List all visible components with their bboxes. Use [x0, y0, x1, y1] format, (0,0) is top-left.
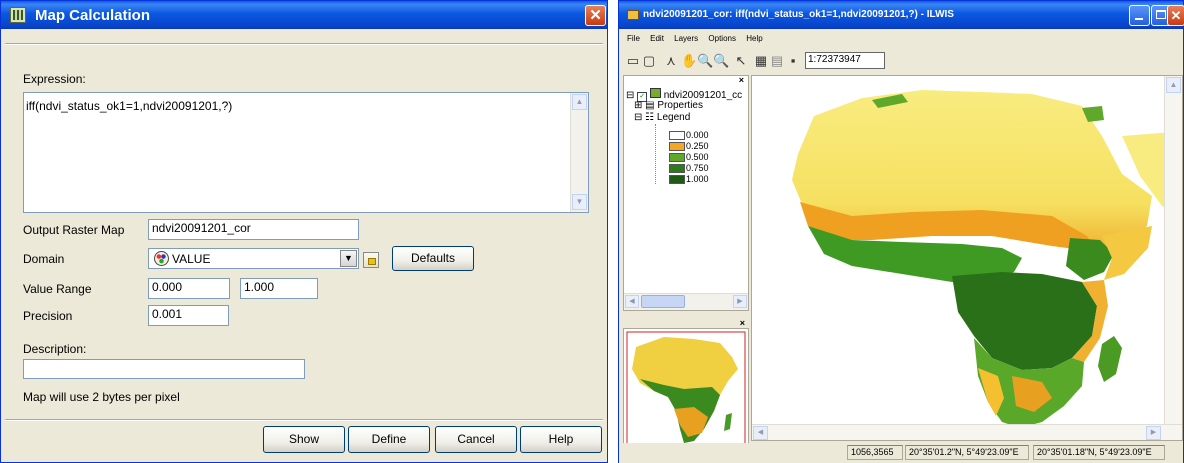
precision-input[interactable]: 0.001	[148, 305, 229, 326]
scroll-right-icon[interactable]: ▶	[733, 295, 747, 308]
define-button[interactable]: Define	[348, 426, 430, 453]
close-icon[interactable]: ✕	[585, 5, 606, 26]
raster-map-icon	[649, 88, 661, 98]
entire-map-icon[interactable]: ▭	[625, 53, 641, 69]
map-hscroll[interactable]: ◀ ▶	[752, 424, 1182, 440]
cancel-button[interactable]: Cancel	[435, 426, 517, 453]
map-vscroll[interactable]: ▲	[1164, 76, 1182, 424]
expand-properties-icon[interactable]: ⊞	[634, 100, 642, 111]
defaults-button[interactable]: Defaults	[392, 246, 474, 271]
normal-view-icon[interactable]: ▢	[641, 53, 657, 69]
legend-label: 0.250	[686, 141, 709, 151]
legend-swatch	[669, 175, 685, 184]
value-range-label: Value Range	[23, 282, 92, 296]
status-pixel: 1056,3565	[847, 445, 903, 460]
domain-value: VALUE	[172, 252, 211, 266]
buttons-separator	[5, 419, 603, 421]
show-button[interactable]: Show	[263, 426, 345, 453]
legend-swatch	[669, 142, 685, 151]
legend-label: 0.500	[686, 152, 709, 162]
properties-icon: ▤	[645, 100, 655, 111]
map-scroll-left-icon[interactable]: ◀	[753, 426, 768, 440]
description-label: Description:	[23, 342, 87, 356]
africa-ndvi-map	[792, 90, 1182, 428]
tree-legend-label: Legend	[656, 112, 691, 123]
scroll-up-icon[interactable]: ▲	[572, 94, 587, 110]
ilwis-title-bar[interactable]: ndvi20091201_cor: iff(ndvi_status_ok1=1,…	[619, 1, 1184, 29]
value-range-max-input[interactable]: 1.000	[240, 278, 318, 299]
ilwis-map-window: ndvi20091201_cor: iff(ndvi_status_ok1=1,…	[618, 0, 1184, 463]
legend-label: 1.000	[686, 174, 709, 184]
ilwis-close-icon[interactable]: ✕	[1167, 5, 1184, 26]
copy-icon[interactable]: ▤	[769, 53, 785, 69]
map-scroll-up-icon[interactable]: ▲	[1166, 77, 1181, 93]
menu-bar: File Edit Layers Options Help	[627, 34, 771, 43]
status-bar: 1056,3565 20°35'01.2"N, 5°49'23.09"E 20°…	[619, 443, 1183, 463]
map-view[interactable]: ▲ ◀ ▶	[751, 75, 1183, 441]
chevron-down-icon[interactable]: ▼	[340, 250, 357, 267]
legend-icon: ☷	[645, 112, 655, 123]
map-calculation-dialog: Map Calculation ✕ Expression: iff(ndvi_s…	[0, 0, 608, 463]
menu-layers[interactable]: Layers	[674, 34, 698, 43]
toolbar: ▭ ▢ ⋏ ✋ 🔍 🔍 ↖ ▦ ▤ ▪ 1:72373947	[623, 51, 1183, 73]
pan-hand-icon[interactable]: ✋	[681, 53, 697, 69]
status-coord-2: 20°35'01.18"N, 5°49'23.09"E	[1033, 445, 1165, 460]
expression-textarea[interactable]: iff(ndvi_status_ok1=1,ndvi20091201,?) ▲ …	[23, 92, 589, 213]
minimize-icon[interactable]	[1129, 5, 1150, 26]
description-input[interactable]	[23, 359, 305, 379]
ilwis-title: ndvi20091201_cor: iff(ndvi_status_ok1=1,…	[643, 9, 954, 20]
zoom-in-icon[interactable]: 🔍	[697, 53, 713, 69]
menu-file[interactable]: File	[627, 34, 640, 43]
overview-panel: ×	[623, 316, 749, 456]
save-icon[interactable]: ▪	[785, 53, 801, 69]
legend-swatch	[669, 131, 685, 140]
domain-palette-icon	[154, 251, 169, 266]
panel-close-icon[interactable]: ×	[739, 75, 744, 85]
map-scroll-right-icon[interactable]: ▶	[1146, 426, 1161, 440]
pointer-icon[interactable]: ⋏	[663, 53, 679, 69]
domain-create-icon[interactable]	[363, 252, 379, 268]
tree-properties-label: Properties	[657, 100, 703, 111]
scroll-thumb[interactable]	[641, 295, 685, 308]
overview-africa-map	[626, 331, 746, 451]
layer-tree-panel: × ⊟ ✓ ndvi20091201_cc ⊞ ▤ Properties ⊟ ☷…	[623, 75, 749, 311]
menu-help[interactable]: Help	[746, 34, 762, 43]
collapse-legend-icon[interactable]: ⊟	[634, 112, 642, 123]
domain-select[interactable]: VALUE ▼	[148, 248, 359, 269]
status-coord-1: 20°35'01.2"N, 5°49'23.09"E	[905, 445, 1029, 460]
dialog-title-bar[interactable]: Map Calculation ✕	[1, 1, 607, 29]
expression-label: Expression:	[23, 72, 86, 86]
menu-options[interactable]: Options	[708, 34, 736, 43]
bytes-per-pixel-info: Map will use 2 bytes per pixel	[23, 390, 180, 404]
dialog-separator	[5, 43, 603, 45]
map-window-icon	[627, 10, 639, 20]
tree-hscroll[interactable]: ◀ ▶	[624, 293, 748, 310]
help-button[interactable]: Help	[520, 426, 602, 453]
output-raster-map-label: Output Raster Map	[23, 223, 125, 237]
output-raster-map-input[interactable]: ndvi20091201_cor	[148, 219, 359, 240]
tree-properties[interactable]: ⊞ ▤ Properties	[634, 100, 703, 111]
overview-map[interactable]	[623, 328, 749, 454]
legend-swatch	[669, 164, 685, 173]
legend-label: 0.750	[686, 163, 709, 173]
map-calculation-app-icon	[10, 7, 26, 23]
tree-legend[interactable]: ⊟ ☷ Legend	[634, 112, 690, 123]
domain-label: Domain	[23, 252, 65, 266]
scroll-left-icon[interactable]: ◀	[625, 295, 639, 308]
precision-label: Precision	[23, 309, 73, 323]
overview-close-icon[interactable]: ×	[740, 318, 745, 328]
scroll-down-icon[interactable]: ▼	[572, 194, 587, 210]
select-icon[interactable]: ↖	[733, 53, 749, 69]
scale-input[interactable]: 1:72373947	[805, 52, 885, 69]
menu-edit[interactable]: Edit	[650, 34, 664, 43]
legend-label: 0.000	[686, 130, 709, 140]
zoom-out-icon[interactable]: 🔍	[713, 53, 729, 69]
dialog-title: Map Calculation	[35, 7, 151, 24]
legend-swatch	[669, 153, 685, 162]
legend-tree-line	[655, 124, 657, 184]
expression-scrollbar[interactable]: ▲ ▼	[570, 93, 588, 212]
expression-text: iff(ndvi_status_ok1=1,ndvi20091201,?)	[26, 99, 233, 113]
value-range-min-input[interactable]: 0.000	[148, 278, 230, 299]
layers-icon[interactable]: ▦	[753, 53, 769, 69]
